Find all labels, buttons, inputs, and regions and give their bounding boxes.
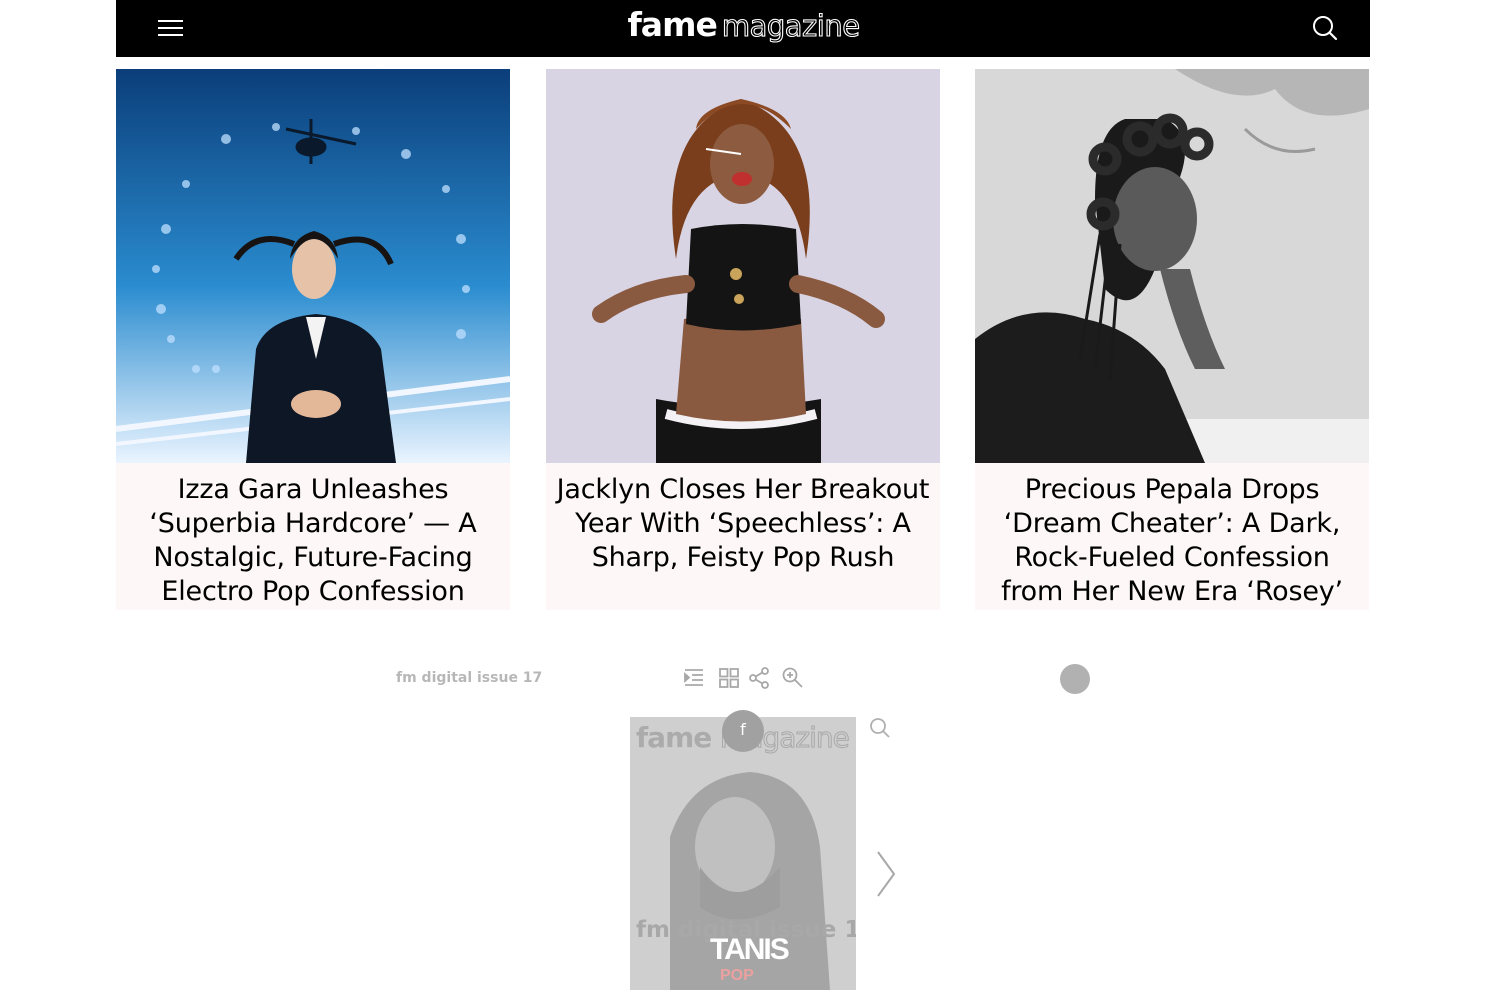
logo-magazine-text: magazine	[721, 8, 860, 43]
publisher-avatar[interactable]	[1060, 664, 1090, 694]
zoom-icon[interactable]	[781, 666, 805, 690]
article-image[interactable]	[975, 69, 1369, 463]
article-card[interactable]: Precious Pepala Drops ‘Dream Cheater’: A…	[975, 69, 1369, 610]
hamburger-menu-icon[interactable]	[156, 14, 184, 42]
magazine-cover[interactable]: fame magazine fm digital issue 17 TANIS …	[630, 717, 856, 990]
site-header: fame magazine	[116, 0, 1370, 57]
search-icon[interactable]	[1310, 13, 1340, 43]
article-title[interactable]: Precious Pepala Drops ‘Dream Cheater’: A…	[981, 473, 1363, 609]
flipbook-badge[interactable]: f	[722, 710, 764, 752]
article-image[interactable]	[116, 69, 510, 463]
site-logo[interactable]: fame magazine	[616, 5, 871, 49]
cover-subheadline: POP	[720, 967, 754, 984]
cover-zoom-icon[interactable]	[868, 716, 892, 740]
grid-view-icon[interactable]	[717, 666, 741, 690]
table-of-contents-icon[interactable]	[682, 666, 706, 690]
logo-fame-text: fame	[627, 5, 717, 44]
next-page-arrow-icon[interactable]	[874, 850, 898, 898]
article-card[interactable]: Jacklyn Closes Her Breakout Year With ‘S…	[546, 69, 940, 610]
share-icon[interactable]	[747, 666, 771, 690]
flipbook-embed: fm digital issue 17 fame magazine fm dig…	[380, 656, 1120, 990]
article-title[interactable]: Jacklyn Closes Her Breakout Year With ‘S…	[552, 473, 934, 575]
flipbook-title: fm digital issue 17	[396, 670, 543, 686]
article-title[interactable]: Izza Gara Unleashes ‘Superbia Hardcore’ …	[122, 473, 504, 609]
cover-headline: TANIS	[710, 933, 790, 966]
article-card[interactable]: Izza Gara Unleashes ‘Superbia Hardcore’ …	[116, 69, 510, 610]
cover-logo-fame: fame	[636, 721, 712, 754]
article-image[interactable]	[546, 69, 940, 463]
